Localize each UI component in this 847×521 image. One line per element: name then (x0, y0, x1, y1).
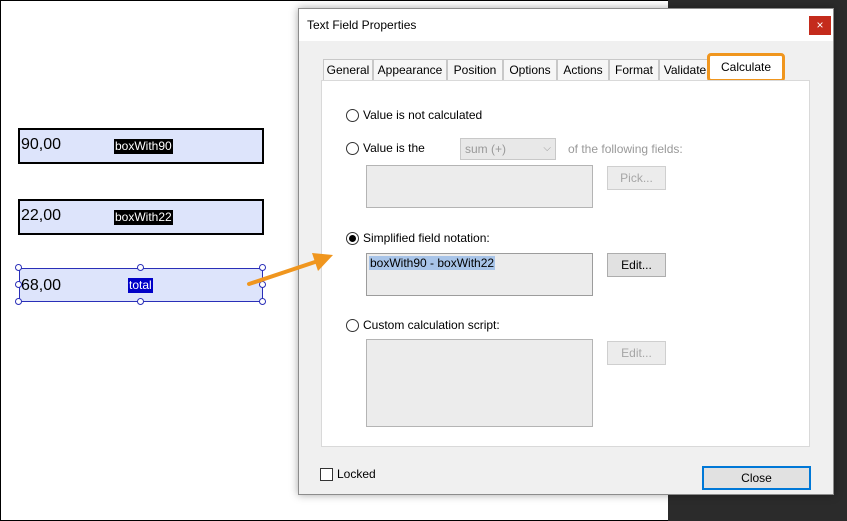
tab-format[interactable]: Format (609, 59, 659, 80)
dialog-title: Text Field Properties (307, 18, 417, 32)
radio-button[interactable] (346, 108, 359, 122)
pdf-field-boxwith90[interactable]: 90,00 boxWith90 (18, 128, 264, 164)
fields-list-box (366, 165, 593, 208)
notation-text: boxWith90 - boxWith22 (369, 256, 496, 270)
function-select: sum (+) ⌵ (460, 138, 556, 160)
fields-label: of the following fields: (568, 142, 683, 156)
edit-notation-button[interactable]: Edit... (607, 253, 666, 277)
resize-handle[interactable] (15, 281, 22, 288)
custom-script-box (366, 339, 593, 427)
field-name-tag: total (128, 278, 153, 293)
locked-checkbox[interactable] (320, 467, 333, 481)
field-name-tag: boxWith22 (114, 210, 173, 225)
edit-script-button: Edit... (607, 341, 666, 365)
field-value: 90,00 (21, 136, 62, 153)
field-value: 68,00 (21, 277, 62, 294)
close-button[interactable]: Close (702, 466, 811, 490)
option-label: Value is not calculated (363, 108, 483, 122)
tab-actions[interactable]: Actions (557, 59, 609, 80)
close-icon[interactable]: × (809, 16, 831, 35)
option-value-is-the[interactable]: Value is the (346, 141, 425, 155)
simplified-notation-box[interactable]: boxWith90 - boxWith22 (366, 253, 593, 296)
option-simplified-notation[interactable]: Simplified field notation: (346, 231, 490, 245)
pick-button: Pick... (607, 166, 666, 190)
option-custom-script[interactable]: Custom calculation script: (346, 318, 500, 332)
field-value: 22,00 (21, 207, 62, 224)
locked-checkbox-row[interactable]: Locked (320, 467, 376, 481)
tab-validate[interactable]: Validate (659, 59, 711, 80)
resize-handle[interactable] (259, 281, 266, 288)
calculate-panel: Value is not calculated Value is the sum… (321, 80, 810, 447)
radio-button[interactable] (346, 141, 359, 155)
radio-button[interactable] (346, 231, 359, 245)
resize-handle[interactable] (15, 298, 22, 305)
tab-general[interactable]: General (323, 59, 373, 80)
option-label: Custom calculation script: (363, 318, 500, 332)
pdf-field-total[interactable]: 68,00 total (19, 268, 263, 302)
dialog-titlebar: Text Field Properties × (299, 9, 833, 41)
tab-calculate[interactable]: Calculate (707, 53, 785, 82)
tab-appearance[interactable]: Appearance (373, 59, 447, 80)
resize-handle[interactable] (259, 264, 266, 271)
resize-handle[interactable] (137, 264, 144, 271)
field-name-tag: boxWith90 (114, 139, 173, 154)
tab-position[interactable]: Position (447, 59, 503, 80)
chevron-down-icon: ⌵ (543, 143, 551, 154)
resize-handle[interactable] (259, 298, 266, 305)
option-label: Simplified field notation: (363, 231, 490, 245)
tab-options[interactable]: Options (503, 59, 557, 80)
resize-handle[interactable] (137, 298, 144, 305)
select-value: sum (+) (465, 142, 507, 156)
text-field-properties-dialog: Text Field Properties × General Appearan… (298, 8, 834, 495)
locked-label: Locked (337, 467, 376, 481)
option-label: Value is the (363, 141, 425, 155)
pdf-field-boxwith22[interactable]: 22,00 boxWith22 (18, 199, 264, 235)
resize-handle[interactable] (15, 264, 22, 271)
radio-button[interactable] (346, 318, 359, 332)
option-not-calculated[interactable]: Value is not calculated (346, 108, 482, 122)
